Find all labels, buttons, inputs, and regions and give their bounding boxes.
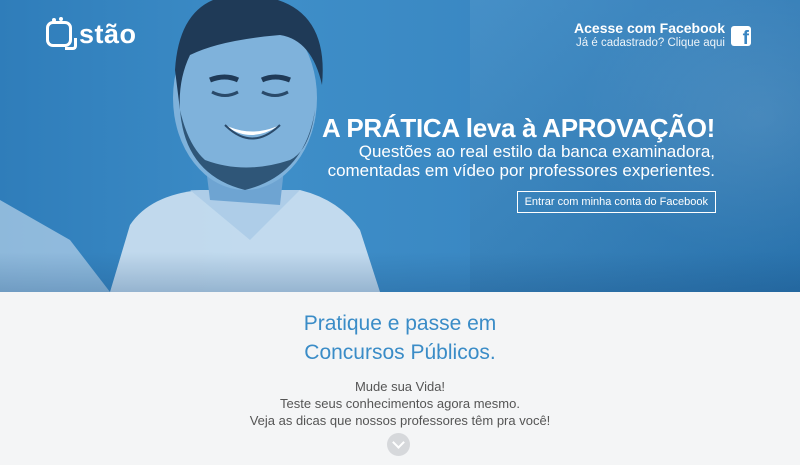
intro-section: Pratique e passe em Concursos Públicos. … bbox=[0, 292, 800, 465]
facebook-icon[interactable]: f bbox=[731, 26, 751, 46]
hero-headline: A PRÁTICA leva à APROVAÇÃO! bbox=[321, 113, 715, 143]
logo-text: stão bbox=[79, 18, 137, 49]
section-body-line-2: Teste seus conhecimentos agora mesmo. bbox=[280, 396, 520, 411]
hero-subheadline: Questões ao real estilo da banca examina… bbox=[328, 142, 715, 180]
hero-subheadline-line-2: comentadas em vídeo por professores expe… bbox=[327, 161, 715, 180]
logo-mark-icon bbox=[46, 17, 77, 50]
section-title-line-2: Concursos Públicos. bbox=[304, 341, 496, 364]
hero-subheadline-line-1: Questões ao real estilo da banca examina… bbox=[358, 142, 715, 161]
section-title-line-1: Pratique e passe em bbox=[303, 312, 497, 335]
hero-banner: stão Acesse com Facebook Já é cadastrado… bbox=[0, 0, 800, 292]
section-body-line-1: Mude sua Vida! bbox=[354, 379, 446, 394]
hero-shade bbox=[0, 252, 800, 292]
section-body-line-3: Veja as dicas que nossos professores têm… bbox=[249, 413, 551, 428]
already-registered-link[interactable]: Já é cadastrado? Clique aqui bbox=[574, 36, 725, 51]
facebook-login-block[interactable]: Acesse com Facebook Já é cadastrado? Cli… bbox=[574, 20, 725, 51]
chevron-down-icon[interactable] bbox=[387, 433, 410, 456]
facebook-login-button[interactable]: Entrar com minha conta do Facebook bbox=[516, 191, 716, 213]
logo[interactable]: stão bbox=[46, 14, 137, 54]
facebook-login-title[interactable]: Acesse com Facebook bbox=[574, 20, 725, 36]
